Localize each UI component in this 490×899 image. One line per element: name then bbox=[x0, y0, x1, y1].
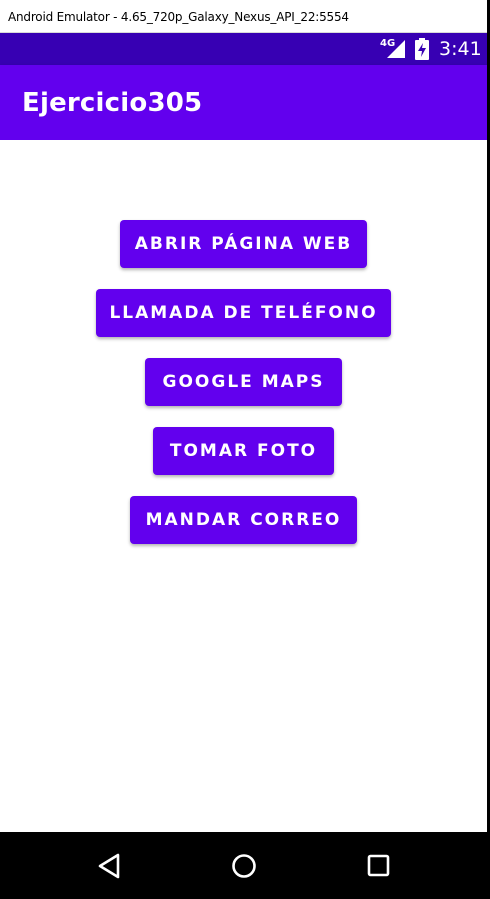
app-title: Ejercicio305 bbox=[22, 88, 203, 118]
home-icon[interactable] bbox=[229, 851, 259, 881]
emulator-title: Android Emulator - 4.65_720p_Galaxy_Nexu… bbox=[8, 10, 349, 24]
open-web-page-button[interactable]: ABRIR PÁGINA WEB bbox=[120, 220, 367, 268]
emulator-window: Android Emulator - 4.65_720p_Galaxy_Nexu… bbox=[0, 0, 490, 899]
main-content: ABRIR PÁGINA WEB LLAMADA DE TELÉFONO GOO… bbox=[0, 140, 490, 832]
status-time: 3:41 bbox=[439, 38, 482, 60]
emulator-title-bar: Android Emulator - 4.65_720p_Galaxy_Nexu… bbox=[0, 0, 490, 33]
status-bar: 4G 3:41 bbox=[0, 33, 490, 65]
battery-charging-icon bbox=[415, 38, 429, 60]
app-bar: Ejercicio305 bbox=[0, 65, 490, 140]
back-icon[interactable] bbox=[95, 851, 125, 881]
phone-call-button[interactable]: LLAMADA DE TELÉFONO bbox=[96, 289, 391, 337]
navigation-bar bbox=[0, 832, 490, 899]
recents-icon[interactable] bbox=[364, 851, 394, 881]
google-maps-button[interactable]: GOOGLE MAPS bbox=[145, 358, 342, 406]
take-photo-button[interactable]: TOMAR FOTO bbox=[153, 427, 334, 475]
send-email-button[interactable]: MANDAR CORREO bbox=[130, 496, 357, 544]
network-type-label: 4G bbox=[380, 38, 396, 49]
